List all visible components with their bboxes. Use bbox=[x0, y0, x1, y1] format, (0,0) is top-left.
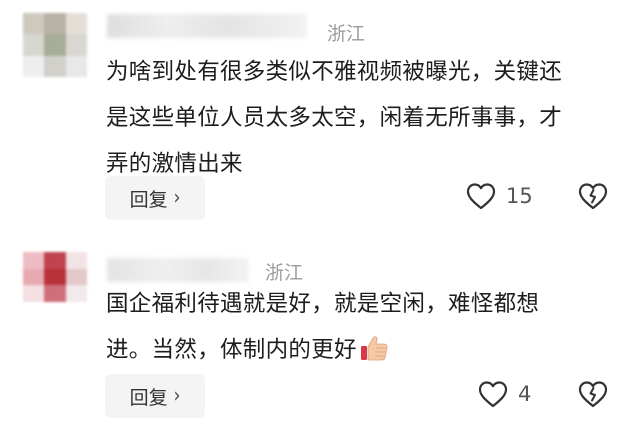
heart-outline-icon[interactable] bbox=[478, 380, 508, 408]
reply-label: 回复 bbox=[129, 188, 168, 211]
avatar-pixel bbox=[65, 285, 87, 302]
avatar-pixel bbox=[23, 252, 45, 269]
reply-button[interactable]: 回复 › bbox=[105, 176, 205, 220]
username-blurred[interactable] bbox=[107, 258, 249, 282]
avatar-pixel bbox=[65, 34, 87, 56]
avatar-pixel bbox=[23, 285, 45, 302]
avatar-pixel bbox=[23, 55, 45, 77]
avatar-pixel bbox=[65, 252, 87, 269]
comment-text: 为啥到处有很多类似不雅视频被曝光，关键还 是这些单位人员太多太空，闲着无所事事，… bbox=[106, 49, 626, 187]
avatar[interactable] bbox=[23, 13, 87, 77]
like-button[interactable]: 4 bbox=[478, 380, 531, 408]
avatar-pixel bbox=[65, 268, 87, 286]
comment-item: 浙江 为啥到处有很多类似不雅视频被曝光，关键还 是这些单位人员太多太空，闲着无所… bbox=[0, 0, 640, 222]
comment-text-line: 进。当然，体制内的更好 bbox=[106, 327, 626, 373]
like-count: 15 bbox=[506, 184, 533, 208]
avatar-pixel bbox=[44, 268, 66, 286]
avatar-pixel bbox=[23, 34, 45, 56]
broken-heart-outline-icon[interactable] bbox=[578, 182, 608, 210]
reply-button[interactable]: 回复 › bbox=[105, 374, 205, 418]
comment-text-line: 是这些单位人员太多太空，闲着无所事事，才 bbox=[106, 105, 563, 131]
comment-text-line: 国企福利待遇就是好，就是空闲，难怪都想 bbox=[106, 291, 540, 317]
avatar[interactable] bbox=[23, 252, 87, 302]
broken-heart-outline-icon[interactable] bbox=[578, 380, 608, 408]
avatar-pixel bbox=[44, 13, 66, 35]
avatar-pixel bbox=[44, 285, 66, 302]
avatar-pixel bbox=[65, 55, 87, 77]
heart-outline-icon[interactable] bbox=[466, 182, 496, 210]
avatar-pixel bbox=[23, 13, 45, 35]
comment-item: 浙江 国企福利待遇就是好，就是空闲，难怪都想 进。当然，体制内的更好 回复 › … bbox=[0, 222, 640, 444]
thumbs-up-emoji bbox=[360, 336, 388, 361]
username-blurred[interactable] bbox=[107, 14, 307, 38]
location-label: 浙江 bbox=[327, 23, 366, 45]
like-count: 4 bbox=[518, 382, 532, 406]
reply-label: 回复 bbox=[129, 386, 168, 409]
comment-text: 国企福利待遇就是好，就是空闲，难怪都想 进。当然，体制内的更好 bbox=[106, 281, 626, 373]
chevron-right-icon: › bbox=[173, 384, 181, 408]
avatar-pixel bbox=[44, 252, 66, 269]
comment-text-line: 为啥到处有很多类似不雅视频被曝光，关键还 bbox=[106, 59, 563, 85]
like-button[interactable]: 15 bbox=[466, 182, 533, 210]
comment-text-segment: 进。当然，体制内的更好 bbox=[106, 337, 357, 363]
avatar-pixel bbox=[44, 55, 66, 77]
avatar-pixel bbox=[23, 268, 45, 286]
avatar-pixel bbox=[65, 13, 87, 35]
chevron-right-icon: › bbox=[173, 186, 181, 210]
avatar-pixel bbox=[44, 34, 66, 56]
